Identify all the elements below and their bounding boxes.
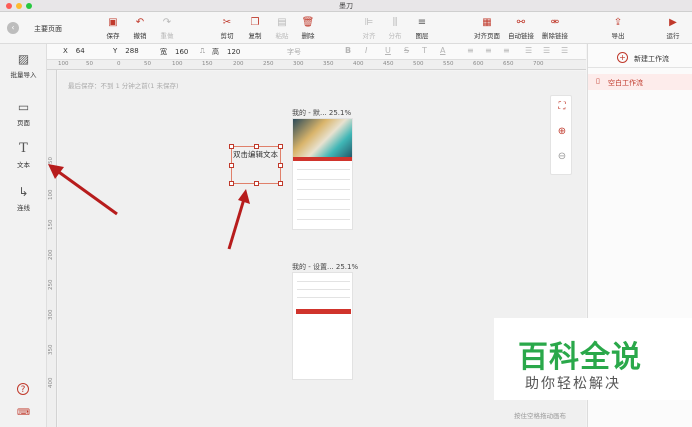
arrowhead xyxy=(48,164,64,179)
watermark: 百科全说 助你轻松解决 xyxy=(494,318,692,400)
arrow-to-text-tool xyxy=(55,168,118,216)
watermark-title: 百科全说 xyxy=(518,340,642,375)
arrowhead xyxy=(238,189,250,204)
arrow-to-text-element xyxy=(227,198,246,250)
watermark-subtitle: 助你轻松解决 xyxy=(525,376,621,392)
